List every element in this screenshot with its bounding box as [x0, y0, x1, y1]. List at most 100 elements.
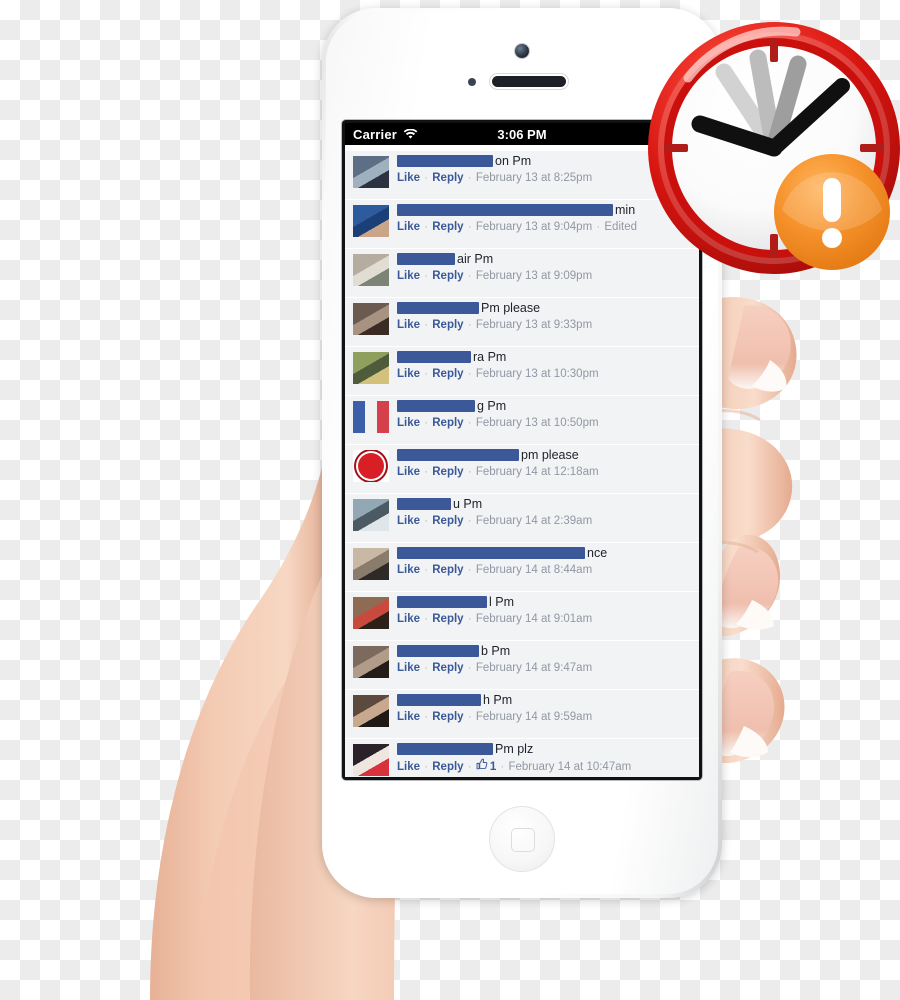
meta-separator: · — [464, 221, 475, 233]
like-button[interactable]: Like — [397, 564, 420, 576]
meta-separator: · — [464, 319, 475, 331]
comment-timestamp: February 14 at 9:59am — [475, 711, 593, 723]
comment-meta: Like · Reply · February 13 at 9:33pm — [397, 317, 693, 333]
meta-separator: · — [421, 711, 432, 723]
reply-button[interactable]: Reply — [432, 221, 463, 233]
comment-timestamp: February 13 at 9:09pm — [475, 270, 593, 282]
comment-body: b Pm Like · Reply · February 14 at 9:47am — [389, 644, 693, 676]
reply-button[interactable]: Reply — [432, 564, 463, 576]
comment-meta: Like · Reply · February 14 at 12:18am — [397, 464, 693, 480]
comment-meta: Like · Reply · February 14 at 9:59am — [397, 709, 693, 725]
comment-timestamp: February 13 at 9:33pm — [475, 319, 593, 331]
meta-separator: · — [421, 466, 432, 478]
like-button[interactable]: Like — [397, 711, 420, 723]
like-button[interactable]: Like — [397, 761, 420, 773]
like-button[interactable]: Like — [397, 417, 420, 429]
meta-separator: · — [421, 172, 432, 184]
like-button[interactable]: Like — [397, 319, 420, 331]
like-button[interactable]: Like — [397, 466, 420, 478]
comment-row[interactable]: nce Like · Reply · February 14 at 8:44am — [345, 543, 699, 592]
comment-body: h Pm Like · Reply · February 14 at 9:59am — [389, 693, 693, 725]
comment-meta: Like · Reply · February 14 at 9:01am — [397, 611, 693, 627]
meta-separator: · — [421, 761, 432, 773]
meta-separator: · — [497, 761, 508, 773]
comment-row[interactable]: u Pm Like · Reply · February 14 at 2:39am — [345, 494, 699, 543]
redacted-name-bar — [397, 351, 471, 363]
meta-separator: · — [464, 417, 475, 429]
comment-timestamp: February 14 at 2:39am — [475, 515, 593, 527]
comment-text: b Pm — [397, 644, 693, 659]
meta-separator: · — [421, 270, 432, 282]
comment-text: u Pm — [397, 497, 693, 512]
avatar-french-flag[interactable] — [353, 401, 389, 433]
comment-text: Pm plz — [397, 742, 693, 757]
comment-visible-text: g Pm — [477, 399, 507, 413]
avatar-silhouette-couple[interactable] — [353, 548, 389, 580]
comment-row[interactable]: Pm plz Like · Reply · 1 · February 14 at … — [345, 739, 699, 777]
avatar-man-glasses-beard[interactable] — [353, 597, 389, 629]
comment-row[interactable]: Pm please Like · Reply · February 13 at 9… — [345, 298, 699, 347]
reply-button[interactable]: Reply — [432, 466, 463, 478]
redacted-name-bar — [397, 302, 479, 314]
meta-separator: · — [464, 613, 475, 625]
comment-text: h Pm — [397, 693, 693, 708]
comment-visible-text: b Pm — [481, 644, 511, 658]
reply-button[interactable]: Reply — [432, 172, 463, 184]
front-camera-icon — [515, 44, 529, 58]
like-button[interactable]: Like — [397, 270, 420, 282]
reply-button[interactable]: Reply — [432, 662, 463, 674]
avatar-man-arms-crossed[interactable] — [353, 646, 389, 678]
carrier-label: Carrier — [353, 126, 398, 142]
redacted-name-bar — [397, 694, 481, 706]
like-button[interactable]: Like — [397, 515, 420, 527]
comment-text: pm please — [397, 448, 693, 463]
comment-row[interactable]: b Pm Like · Reply · February 14 at 9:47am — [345, 641, 699, 690]
reply-button[interactable]: Reply — [432, 711, 463, 723]
avatar-person-dark-indoor[interactable] — [353, 303, 389, 335]
comment-body: ra Pm Like · Reply · February 13 at 10:30… — [389, 350, 693, 382]
redacted-name-bar — [397, 596, 487, 608]
comment-row[interactable]: pm please Like · Reply · February 14 at 1… — [345, 445, 699, 494]
avatar-person-shoreline[interactable] — [353, 499, 389, 531]
meta-separator: · — [421, 515, 432, 527]
reply-button[interactable]: Reply — [432, 368, 463, 380]
like-button[interactable]: Like — [397, 613, 420, 625]
reply-button[interactable]: Reply — [432, 417, 463, 429]
comment-timestamp: February 14 at 9:01am — [475, 613, 593, 625]
meta-separator: · — [421, 368, 432, 380]
comment-body: u Pm Like · Reply · February 14 at 2:39am — [389, 497, 693, 529]
redacted-name-bar — [397, 253, 455, 265]
reply-button[interactable]: Reply — [432, 515, 463, 527]
avatar-red-circular-logo[interactable] — [353, 450, 389, 482]
comment-meta: Like · Reply · February 13 at 10:50pm — [397, 415, 693, 431]
reply-button[interactable]: Reply — [432, 613, 463, 625]
meta-separator: · — [593, 221, 604, 233]
comment-visible-text: min — [615, 203, 636, 217]
comment-row[interactable]: h Pm Like · Reply · February 14 at 9:59am — [345, 690, 699, 739]
comment-text: Pm please — [397, 301, 693, 316]
comment-row[interactable]: g Pm Like · Reply · February 13 at 10:50p… — [345, 396, 699, 445]
comment-timestamp: February 14 at 8:44am — [475, 564, 593, 576]
like-button[interactable]: Like — [397, 368, 420, 380]
home-button[interactable] — [489, 806, 555, 872]
avatar-group-field[interactable] — [353, 352, 389, 384]
reply-button[interactable]: Reply — [432, 761, 463, 773]
like-button[interactable]: Like — [397, 662, 420, 674]
like-button[interactable]: Like — [397, 221, 420, 233]
avatar-man-sunglasses-car[interactable] — [353, 156, 389, 188]
avatar-woman-blue-headscarf[interactable] — [353, 205, 389, 237]
comment-visible-text: l Pm — [489, 595, 514, 609]
avatar-outdoor-snapshot[interactable] — [353, 254, 389, 286]
comment-body: g Pm Like · Reply · February 13 at 10:50p… — [389, 399, 693, 431]
comment-row[interactable]: l Pm Like · Reply · February 14 at 9:01am — [345, 592, 699, 641]
comment-visible-text: on Pm — [495, 154, 532, 168]
like-button[interactable]: Like — [397, 172, 420, 184]
avatar-woman-red-dress[interactable] — [353, 744, 389, 776]
reply-button[interactable]: Reply — [432, 270, 463, 282]
avatar-mirror-selfie[interactable] — [353, 695, 389, 727]
reply-button[interactable]: Reply — [432, 319, 463, 331]
comment-text: g Pm — [397, 399, 693, 414]
like-count-chip[interactable]: 1 — [476, 758, 496, 775]
earpiece-speaker — [492, 76, 566, 87]
comment-row[interactable]: ra Pm Like · Reply · February 13 at 10:30… — [345, 347, 699, 396]
